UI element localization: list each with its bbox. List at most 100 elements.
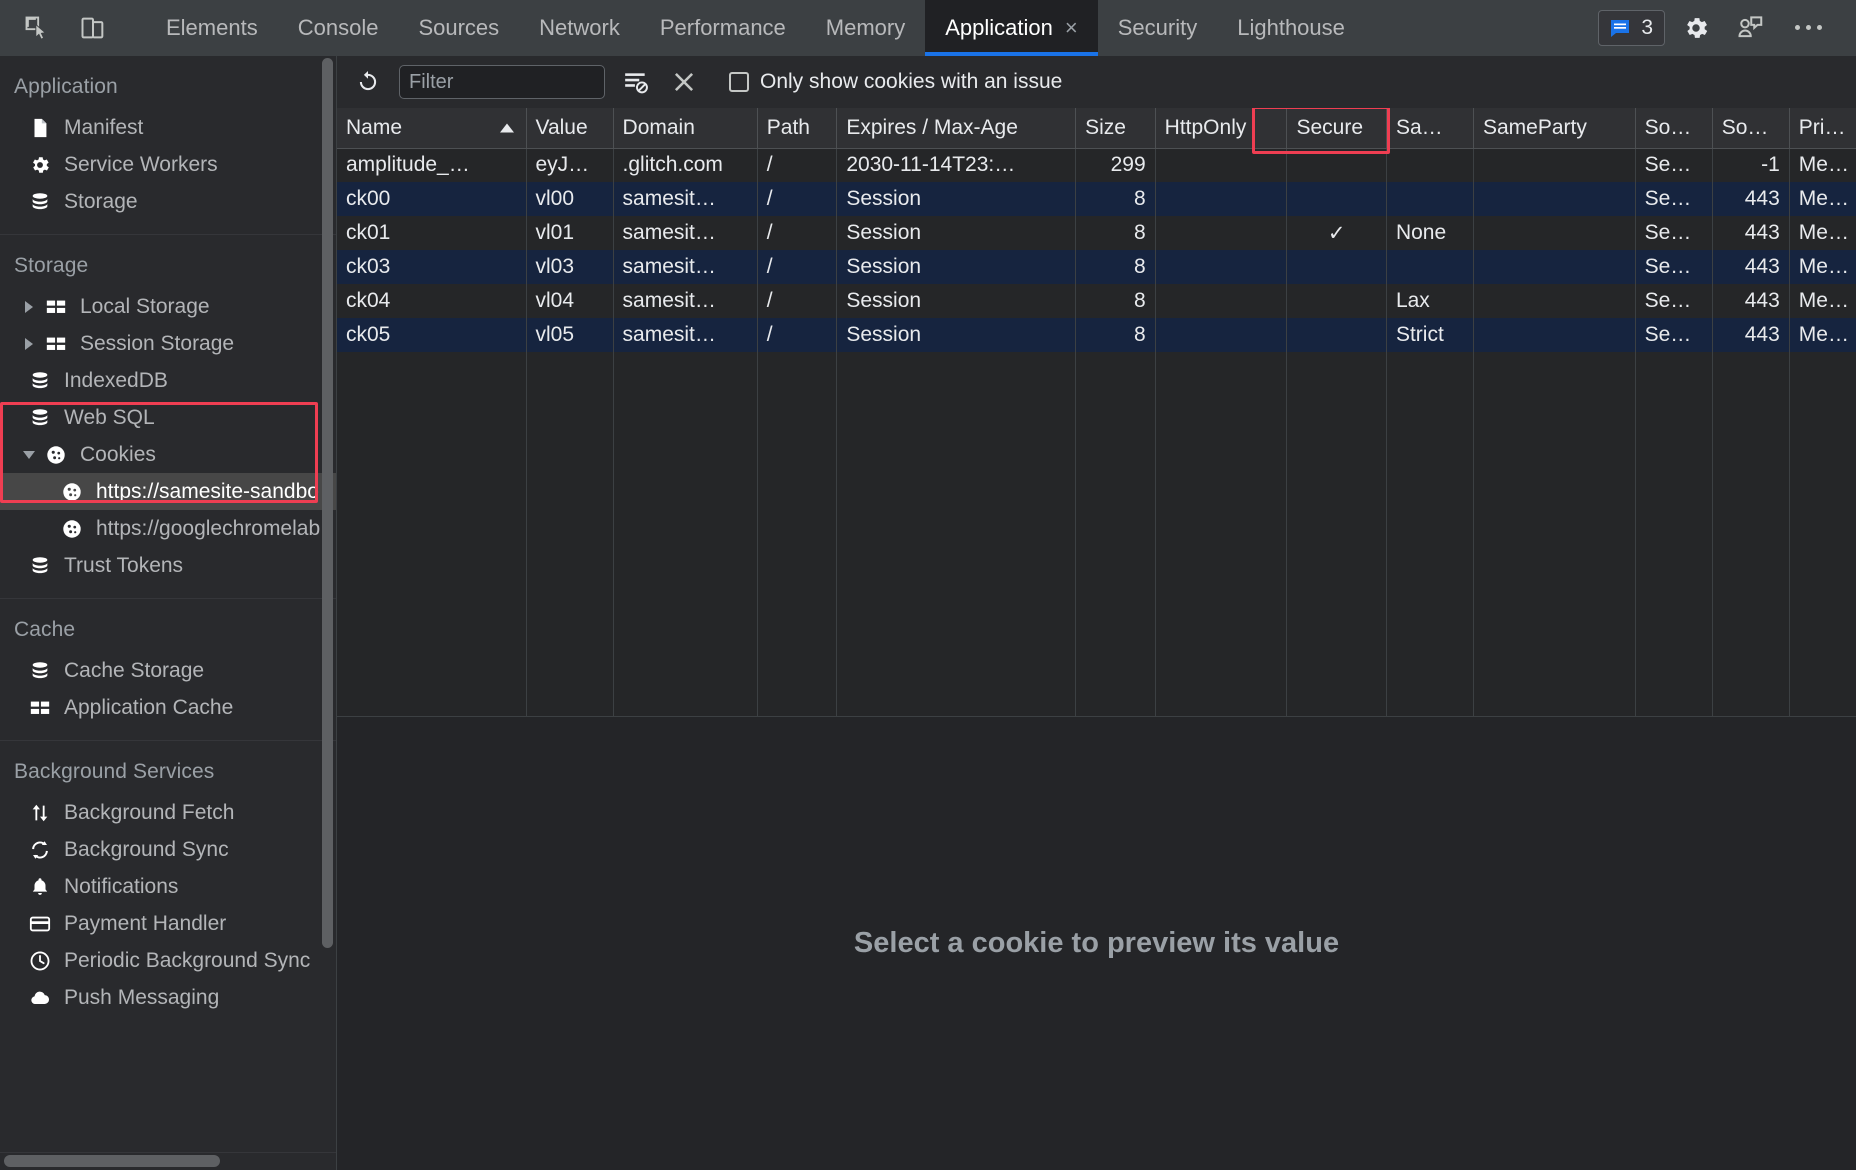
cell-name[interactable]: ck05 [337, 318, 526, 352]
cell-sourcescheme[interactable]: Se… [1635, 250, 1712, 284]
cell-sourceport[interactable]: -1 [1712, 148, 1789, 182]
cell-name[interactable]: ck04 [337, 284, 526, 318]
cell-sourceport[interactable]: 443 [1712, 318, 1789, 352]
cell-value[interactable]: eyJ… [526, 148, 613, 182]
cell-sourcescheme[interactable]: Se… [1635, 182, 1712, 216]
column-header-sourcescheme[interactable]: So… [1635, 108, 1712, 148]
cell-secure[interactable]: ✓ [1287, 216, 1386, 250]
column-header-sameparty[interactable]: SameParty [1473, 108, 1635, 148]
cell-expires[interactable]: Session [837, 318, 1076, 352]
cell-expires[interactable]: Session [837, 250, 1076, 284]
cell-domain[interactable]: samesit… [613, 182, 757, 216]
cell-sameparty[interactable] [1473, 182, 1635, 216]
message-badge[interactable]: 3 [1598, 10, 1665, 46]
more-options-icon[interactable] [1781, 25, 1836, 30]
table-row[interactable]: ck01 vl01 samesit… / Session 8 ✓ None Se… [337, 216, 1856, 250]
cell-size[interactable]: 299 [1076, 148, 1156, 182]
cell-path[interactable]: / [757, 216, 837, 250]
sidebar-item-service-workers[interactable]: Service Workers [0, 146, 336, 183]
column-header-expires[interactable]: Expires / Max-Age [837, 108, 1076, 148]
cell-sameparty[interactable] [1473, 250, 1635, 284]
cell-sourceport[interactable]: 443 [1712, 216, 1789, 250]
cell-expires[interactable]: Session [837, 284, 1076, 318]
cell-httponly[interactable] [1155, 148, 1287, 182]
cell-name[interactable]: ck03 [337, 250, 526, 284]
cell-value[interactable]: vl05 [526, 318, 613, 352]
cell-sameparty[interactable] [1473, 318, 1635, 352]
cell-domain[interactable]: samesit… [613, 318, 757, 352]
cell-priority[interactable]: Me… [1789, 182, 1856, 216]
sidebar-item-cookies-samesite-sandbox[interactable]: https://samesite-sandbo [0, 473, 336, 510]
cell-name[interactable]: ck00 [337, 182, 526, 216]
sidebar-item-payment-handler[interactable]: Payment Handler [0, 905, 336, 942]
tab-network[interactable]: Network [519, 0, 640, 56]
inspect-element-icon[interactable] [14, 5, 60, 51]
cell-priority[interactable]: Me… [1789, 284, 1856, 318]
cell-httponly[interactable] [1155, 318, 1287, 352]
chevron-right-icon[interactable] [22, 300, 36, 314]
sidebar-item-trust-tokens[interactable]: Trust Tokens [0, 547, 336, 584]
tab-performance[interactable]: Performance [640, 0, 806, 56]
cell-name[interactable]: amplitude_… [337, 148, 526, 182]
cell-value[interactable]: vl04 [526, 284, 613, 318]
cell-expires[interactable]: Session [837, 216, 1076, 250]
cell-sourcescheme[interactable]: Se… [1635, 148, 1712, 182]
cell-domain[interactable]: samesit… [613, 250, 757, 284]
cell-domain[interactable]: samesit… [613, 284, 757, 318]
sidebar-horizontal-scrollbar[interactable] [4, 1155, 220, 1167]
table-row[interactable]: ck00 vl00 samesit… / Session 8 Se… 443 M… [337, 182, 1856, 216]
table-row[interactable]: ck05 vl05 samesit… / Session 8 Strict Se… [337, 318, 1856, 352]
cell-value[interactable]: vl01 [526, 216, 613, 250]
filter-input[interactable] [399, 65, 605, 99]
column-header-size[interactable]: Size [1076, 108, 1156, 148]
sidebar-item-session-storage[interactable]: Session Storage [0, 325, 336, 362]
cell-samesite[interactable]: Strict [1386, 318, 1473, 352]
column-header-priority[interactable]: Pri… [1789, 108, 1856, 148]
cell-path[interactable]: / [757, 284, 837, 318]
cell-sourceport[interactable]: 443 [1712, 284, 1789, 318]
cell-size[interactable]: 8 [1076, 250, 1156, 284]
sidebar-item-push-messaging[interactable]: Push Messaging [0, 979, 336, 1016]
cell-path[interactable]: / [757, 182, 837, 216]
cell-domain[interactable]: .glitch.com [613, 148, 757, 182]
cell-expires[interactable]: Session [837, 182, 1076, 216]
sidebar-item-manifest[interactable]: Manifest [0, 109, 336, 146]
cell-secure[interactable] [1287, 250, 1386, 284]
cell-secure[interactable] [1287, 318, 1386, 352]
column-header-domain[interactable]: Domain [613, 108, 757, 148]
cell-value[interactable]: vl03 [526, 250, 613, 284]
cell-priority[interactable]: Me… [1789, 318, 1856, 352]
tab-elements[interactable]: Elements [146, 0, 278, 56]
clear-all-cookies-icon[interactable] [667, 65, 701, 99]
column-header-httponly[interactable]: HttpOnly [1155, 108, 1287, 148]
tab-console[interactable]: Console [278, 0, 399, 56]
cell-samesite[interactable] [1386, 182, 1473, 216]
cell-priority[interactable]: Me… [1789, 148, 1856, 182]
cell-sourceport[interactable]: 443 [1712, 182, 1789, 216]
column-header-samesite[interactable]: Sa… [1386, 108, 1473, 148]
checkbox-box[interactable] [729, 72, 749, 92]
cell-path[interactable]: / [757, 148, 837, 182]
cell-httponly[interactable] [1155, 182, 1287, 216]
cell-samesite[interactable]: Lax [1386, 284, 1473, 318]
cell-domain[interactable]: samesit… [613, 216, 757, 250]
tab-lighthouse[interactable]: Lighthouse [1217, 0, 1365, 56]
sidebar-item-cookies-googlechromelabs[interactable]: https://googlechromelab [0, 510, 336, 547]
cell-sourcescheme[interactable]: Se… [1635, 284, 1712, 318]
cell-samesite[interactable] [1386, 148, 1473, 182]
cell-samesite[interactable]: None [1386, 216, 1473, 250]
column-header-secure[interactable]: Secure [1287, 108, 1386, 148]
table-row[interactable]: ck04 vl04 samesit… / Session 8 Lax Se… 4… [337, 284, 1856, 318]
cell-httponly[interactable] [1155, 284, 1287, 318]
sidebar-item-background-sync[interactable]: Background Sync [0, 831, 336, 868]
sidebar-item-cache-storage[interactable]: Cache Storage [0, 652, 336, 689]
tab-memory[interactable]: Memory [806, 0, 925, 56]
cell-priority[interactable]: Me… [1789, 250, 1856, 284]
cell-sameparty[interactable] [1473, 148, 1635, 182]
column-header-value[interactable]: Value [526, 108, 613, 148]
table-row[interactable]: amplitude_… eyJ… .glitch.com / 2030-11-1… [337, 148, 1856, 182]
column-header-name[interactable]: Name [337, 108, 526, 148]
cell-size[interactable]: 8 [1076, 284, 1156, 318]
cell-sameparty[interactable] [1473, 284, 1635, 318]
cell-httponly[interactable] [1155, 216, 1287, 250]
